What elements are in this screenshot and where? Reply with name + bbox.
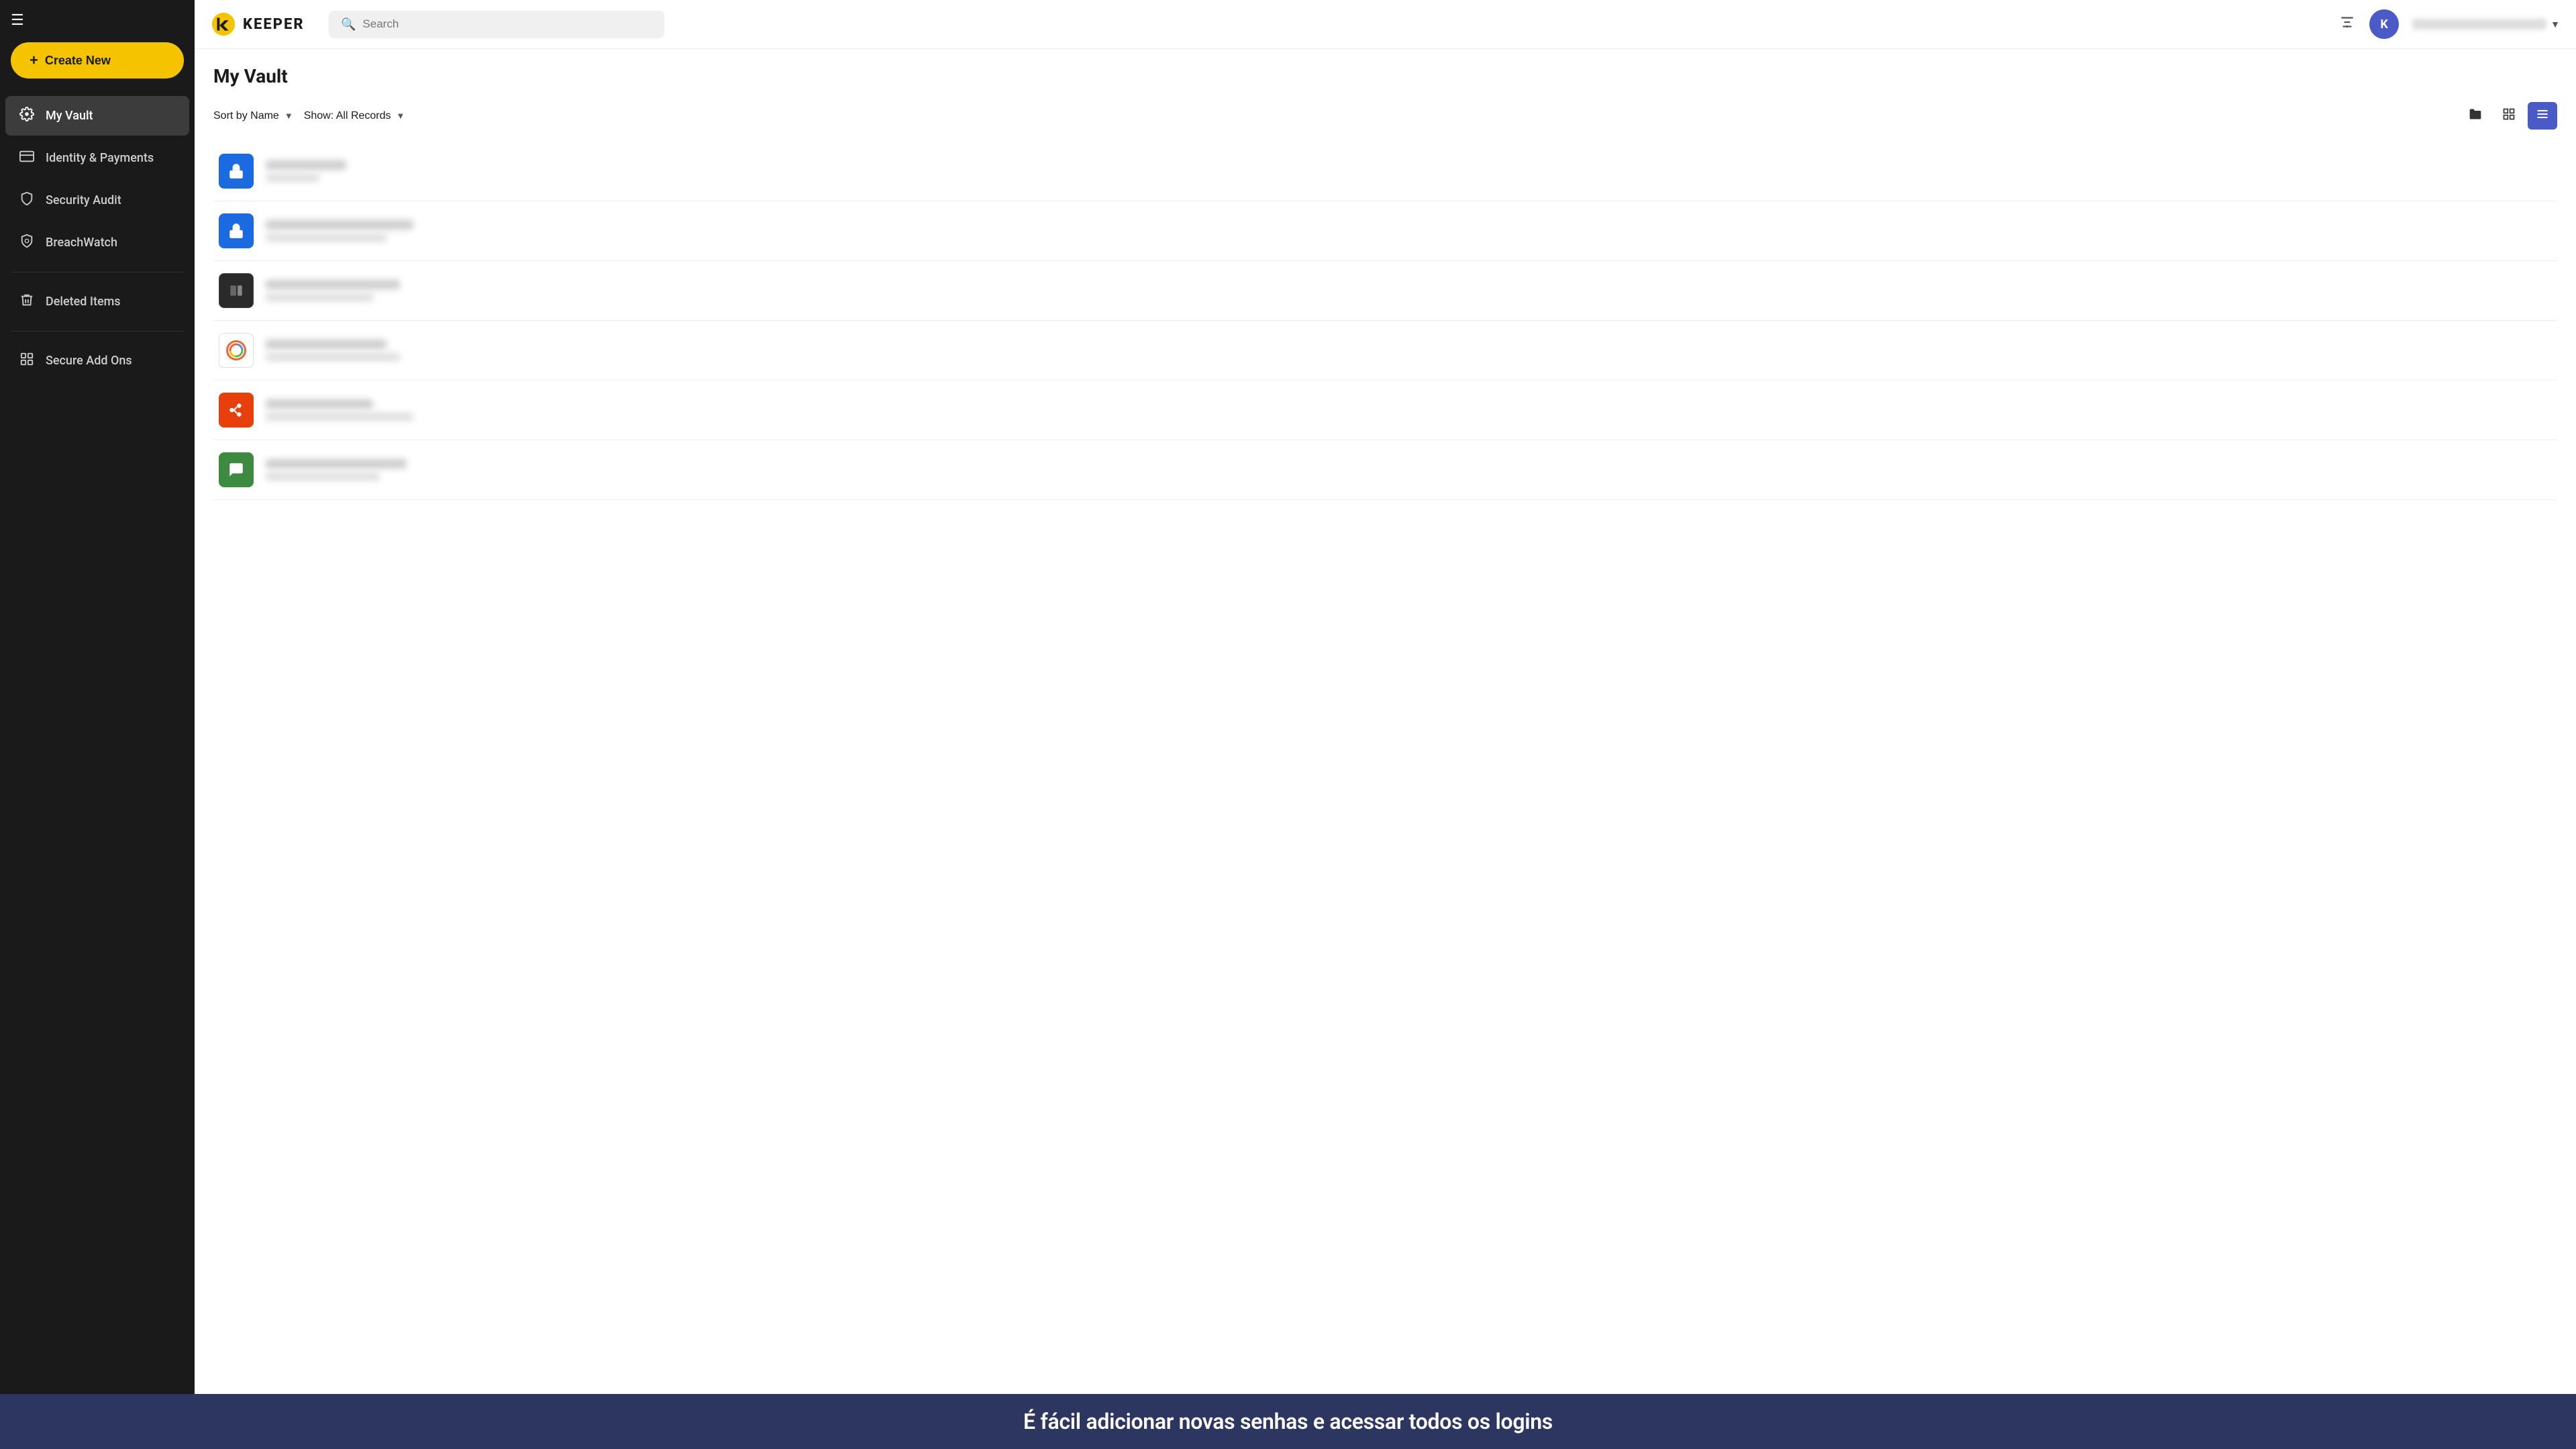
record-icon	[219, 452, 254, 487]
filter-icon[interactable]	[2338, 13, 2356, 35]
user-dropdown[interactable]: ▼	[2412, 19, 2560, 30]
grid-view-button[interactable]	[2494, 102, 2524, 130]
record-subtitle	[266, 413, 413, 421]
hamburger-icon[interactable]: ☰	[11, 12, 24, 29]
sidebar-item-label-deleted: Deleted Items	[46, 295, 121, 309]
main-content: KEEPER 🔍 K ▼	[195, 0, 2576, 1394]
sidebar-item-breachwatch[interactable]: BreachWatch	[5, 223, 189, 262]
sidebar-item-identity-payments[interactable]: Identity & Payments	[5, 138, 189, 178]
record-icon	[219, 333, 254, 368]
record-title	[266, 280, 400, 289]
search-bar[interactable]: 🔍	[329, 11, 664, 38]
search-input[interactable]	[362, 17, 652, 31]
record-item[interactable]	[213, 440, 2557, 500]
record-subtitle	[266, 293, 373, 301]
record-info	[266, 220, 413, 242]
record-item[interactable]	[213, 142, 2557, 201]
logo-container: KEEPER	[211, 11, 318, 37]
identity-icon	[19, 149, 35, 167]
record-subtitle	[266, 174, 319, 182]
show-label: Show: All Records	[304, 110, 391, 122]
record-title	[266, 160, 346, 170]
toolbar-left: Sort by Name ▼ Show: All Records ▼	[213, 110, 2450, 122]
trash-icon	[19, 293, 35, 311]
user-dropdown-chevron: ▼	[2551, 19, 2560, 30]
record-icon	[219, 213, 254, 248]
list-view-button[interactable]	[2528, 102, 2557, 130]
record-item[interactable]	[213, 321, 2557, 381]
record-info	[266, 340, 400, 361]
folder-view-button[interactable]	[2461, 102, 2490, 130]
create-new-label: Create New	[45, 54, 111, 68]
nav-divider-2	[11, 331, 184, 332]
avatar: K	[2369, 9, 2399, 39]
sidebar-item-label-my-vault: My Vault	[46, 109, 93, 123]
sort-button[interactable]: Sort by Name ▼	[213, 110, 293, 122]
create-new-button[interactable]: + Create New	[11, 42, 184, 79]
record-item[interactable]	[213, 381, 2557, 440]
sidebar-item-label-security: Security Audit	[46, 193, 121, 207]
record-subtitle	[266, 472, 380, 481]
sidebar-header: ☰	[0, 12, 195, 42]
app-header: KEEPER 🔍 K ▼	[195, 0, 2576, 49]
record-subtitle	[266, 234, 387, 242]
record-title	[266, 399, 373, 409]
record-icon	[219, 273, 254, 308]
record-info	[266, 459, 407, 481]
record-title	[266, 220, 413, 230]
sidebar-item-secure-addons[interactable]: Secure Add Ons	[5, 341, 189, 381]
vault-icon	[19, 107, 35, 125]
page-title: My Vault	[213, 65, 2557, 87]
sort-label: Sort by Name	[213, 110, 279, 122]
record-icon	[219, 154, 254, 189]
record-title	[266, 459, 407, 468]
user-name-blurred	[2412, 19, 2546, 30]
sidebar-nav: My Vault Identity & Payments	[0, 95, 195, 1394]
security-icon	[19, 191, 35, 209]
record-info	[266, 160, 346, 182]
sort-chevron-icon: ▼	[285, 111, 293, 121]
vault-content: My Vault Sort by Name ▼ Show: All Record…	[195, 49, 2576, 1394]
sidebar-item-security-audit[interactable]: Security Audit	[5, 181, 189, 220]
record-info	[266, 280, 400, 301]
addons-icon	[19, 352, 35, 370]
bottom-banner: É fácil adicionar novas senhas e acessar…	[0, 1394, 2576, 1449]
sidebar-item-label-identity: Identity & Payments	[46, 151, 154, 165]
view-controls	[2461, 102, 2557, 130]
show-chevron-icon: ▼	[397, 111, 405, 121]
sidebar: ☰ + Create New My Vault	[0, 0, 195, 1394]
record-title	[266, 340, 387, 349]
sidebar-item-my-vault[interactable]: My Vault	[5, 96, 189, 136]
sidebar-item-label-addons: Secure Add Ons	[46, 354, 132, 368]
logo-text: KEEPER	[243, 16, 305, 33]
record-item[interactable]	[213, 201, 2557, 261]
record-info	[266, 399, 413, 421]
sidebar-item-deleted-items[interactable]: Deleted Items	[5, 282, 189, 321]
record-icon	[219, 393, 254, 428]
search-icon: 🔍	[341, 17, 356, 32]
record-subtitle	[266, 353, 400, 361]
sidebar-item-label-breachwatch: BreachWatch	[46, 236, 117, 250]
records-list	[213, 142, 2557, 500]
record-item[interactable]	[213, 261, 2557, 321]
toolbar: Sort by Name ▼ Show: All Records ▼	[213, 102, 2557, 130]
breachwatch-icon	[19, 234, 35, 252]
show-filter-button[interactable]: Show: All Records ▼	[304, 110, 405, 122]
keeper-logo-icon	[211, 11, 236, 37]
banner-text: É fácil adicionar novas senhas e acessar…	[1023, 1409, 1553, 1434]
plus-icon: +	[30, 52, 38, 69]
header-right: K ▼	[2338, 9, 2560, 39]
